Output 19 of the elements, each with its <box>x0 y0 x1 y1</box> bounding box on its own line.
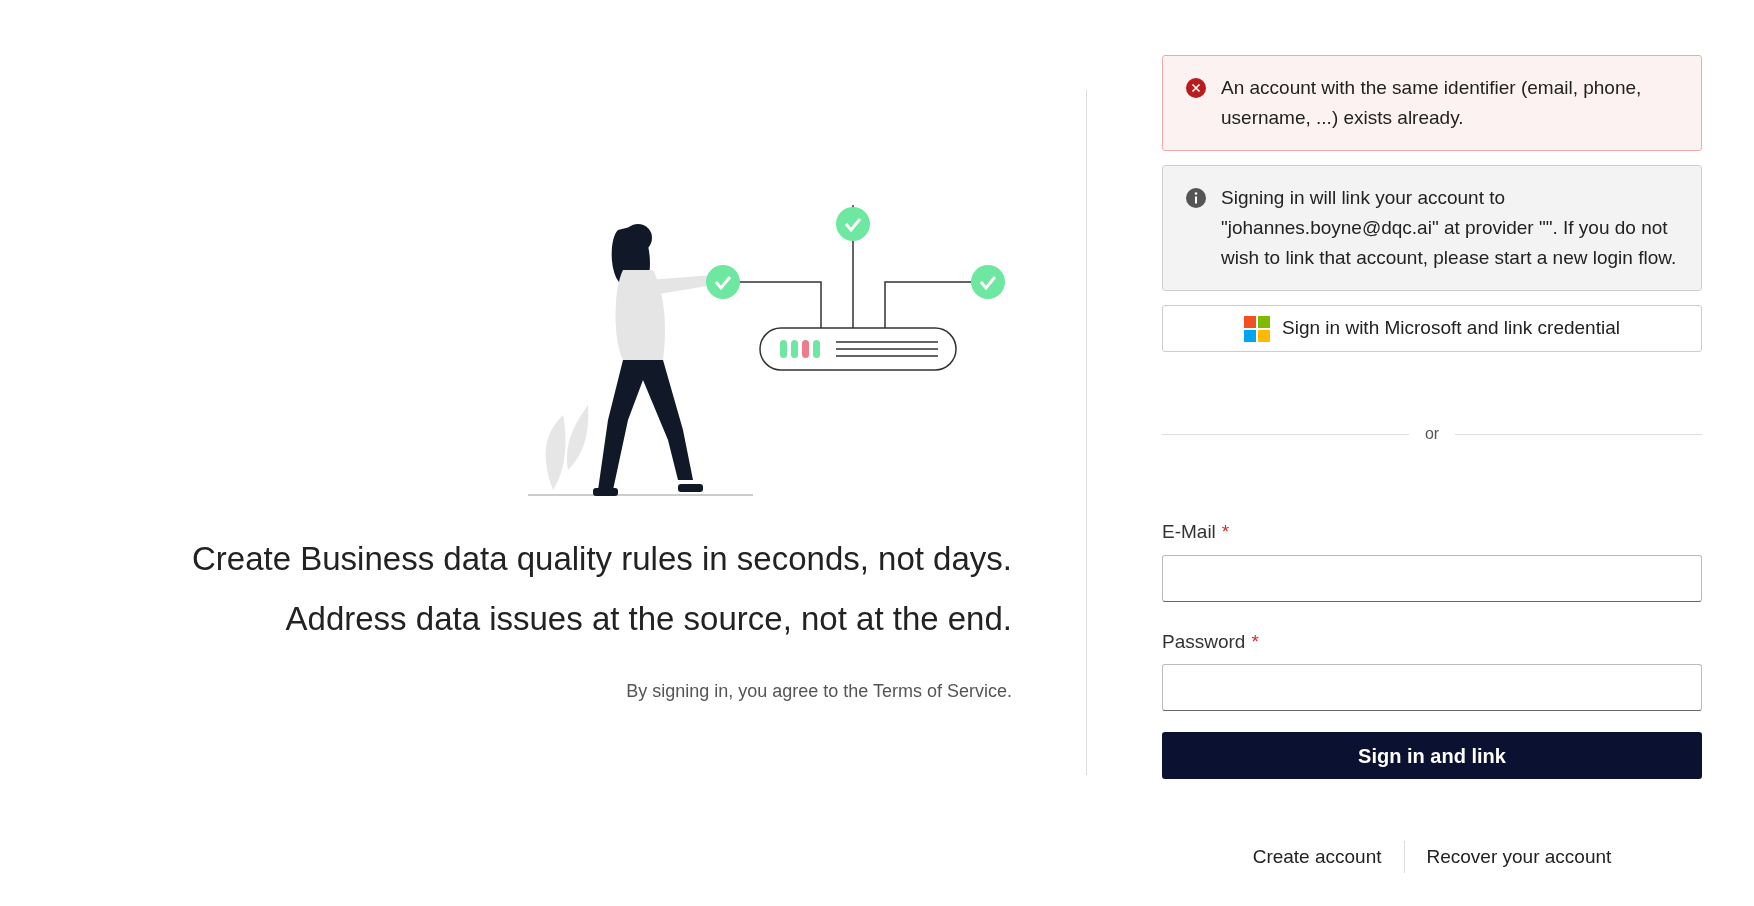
field-label: Password <box>1162 629 1246 654</box>
terms-text: By signing in, you agree to the Terms of Service. <box>626 680 1012 703</box>
sign-in-and-link-button[interactable]: Sign in and link <box>1162 732 1702 779</box>
required-mark: * <box>1251 629 1259 654</box>
field-label: E-Mail <box>1162 520 1216 544</box>
input-field[interactable] <box>1162 664 1702 711</box>
alert-message: An account with the same identifier (email, phone, username, ...) exists already. <box>1221 76 1643 130</box>
tagline-text: Create Business data quality rules in seconds, not days. <box>192 540 1012 578</box>
account-link[interactable]: Create account <box>1252 842 1382 872</box>
required-mark: * <box>1221 520 1230 544</box>
tagline-text: Address data issues at the source, not at the end. <box>285 600 1012 638</box>
microsoft-logo-icon <box>1244 315 1271 342</box>
input-field[interactable] <box>1162 554 1702 602</box>
or-divider-label: or <box>1424 424 1440 444</box>
alert-message: Signing in will link your account to "johannes.boyne@dqc.ai" at provider "". If you do not wish to link that account, please start a new login flow. <box>1221 186 1678 270</box>
info-icon <box>1185 187 1207 209</box>
microsoft-sign-in-button[interactable]: Sign in with Microsoft and link credential <box>1162 305 1702 352</box>
error-icon <box>1185 77 1207 99</box>
account-link[interactable]: Recover your account <box>1426 842 1612 872</box>
